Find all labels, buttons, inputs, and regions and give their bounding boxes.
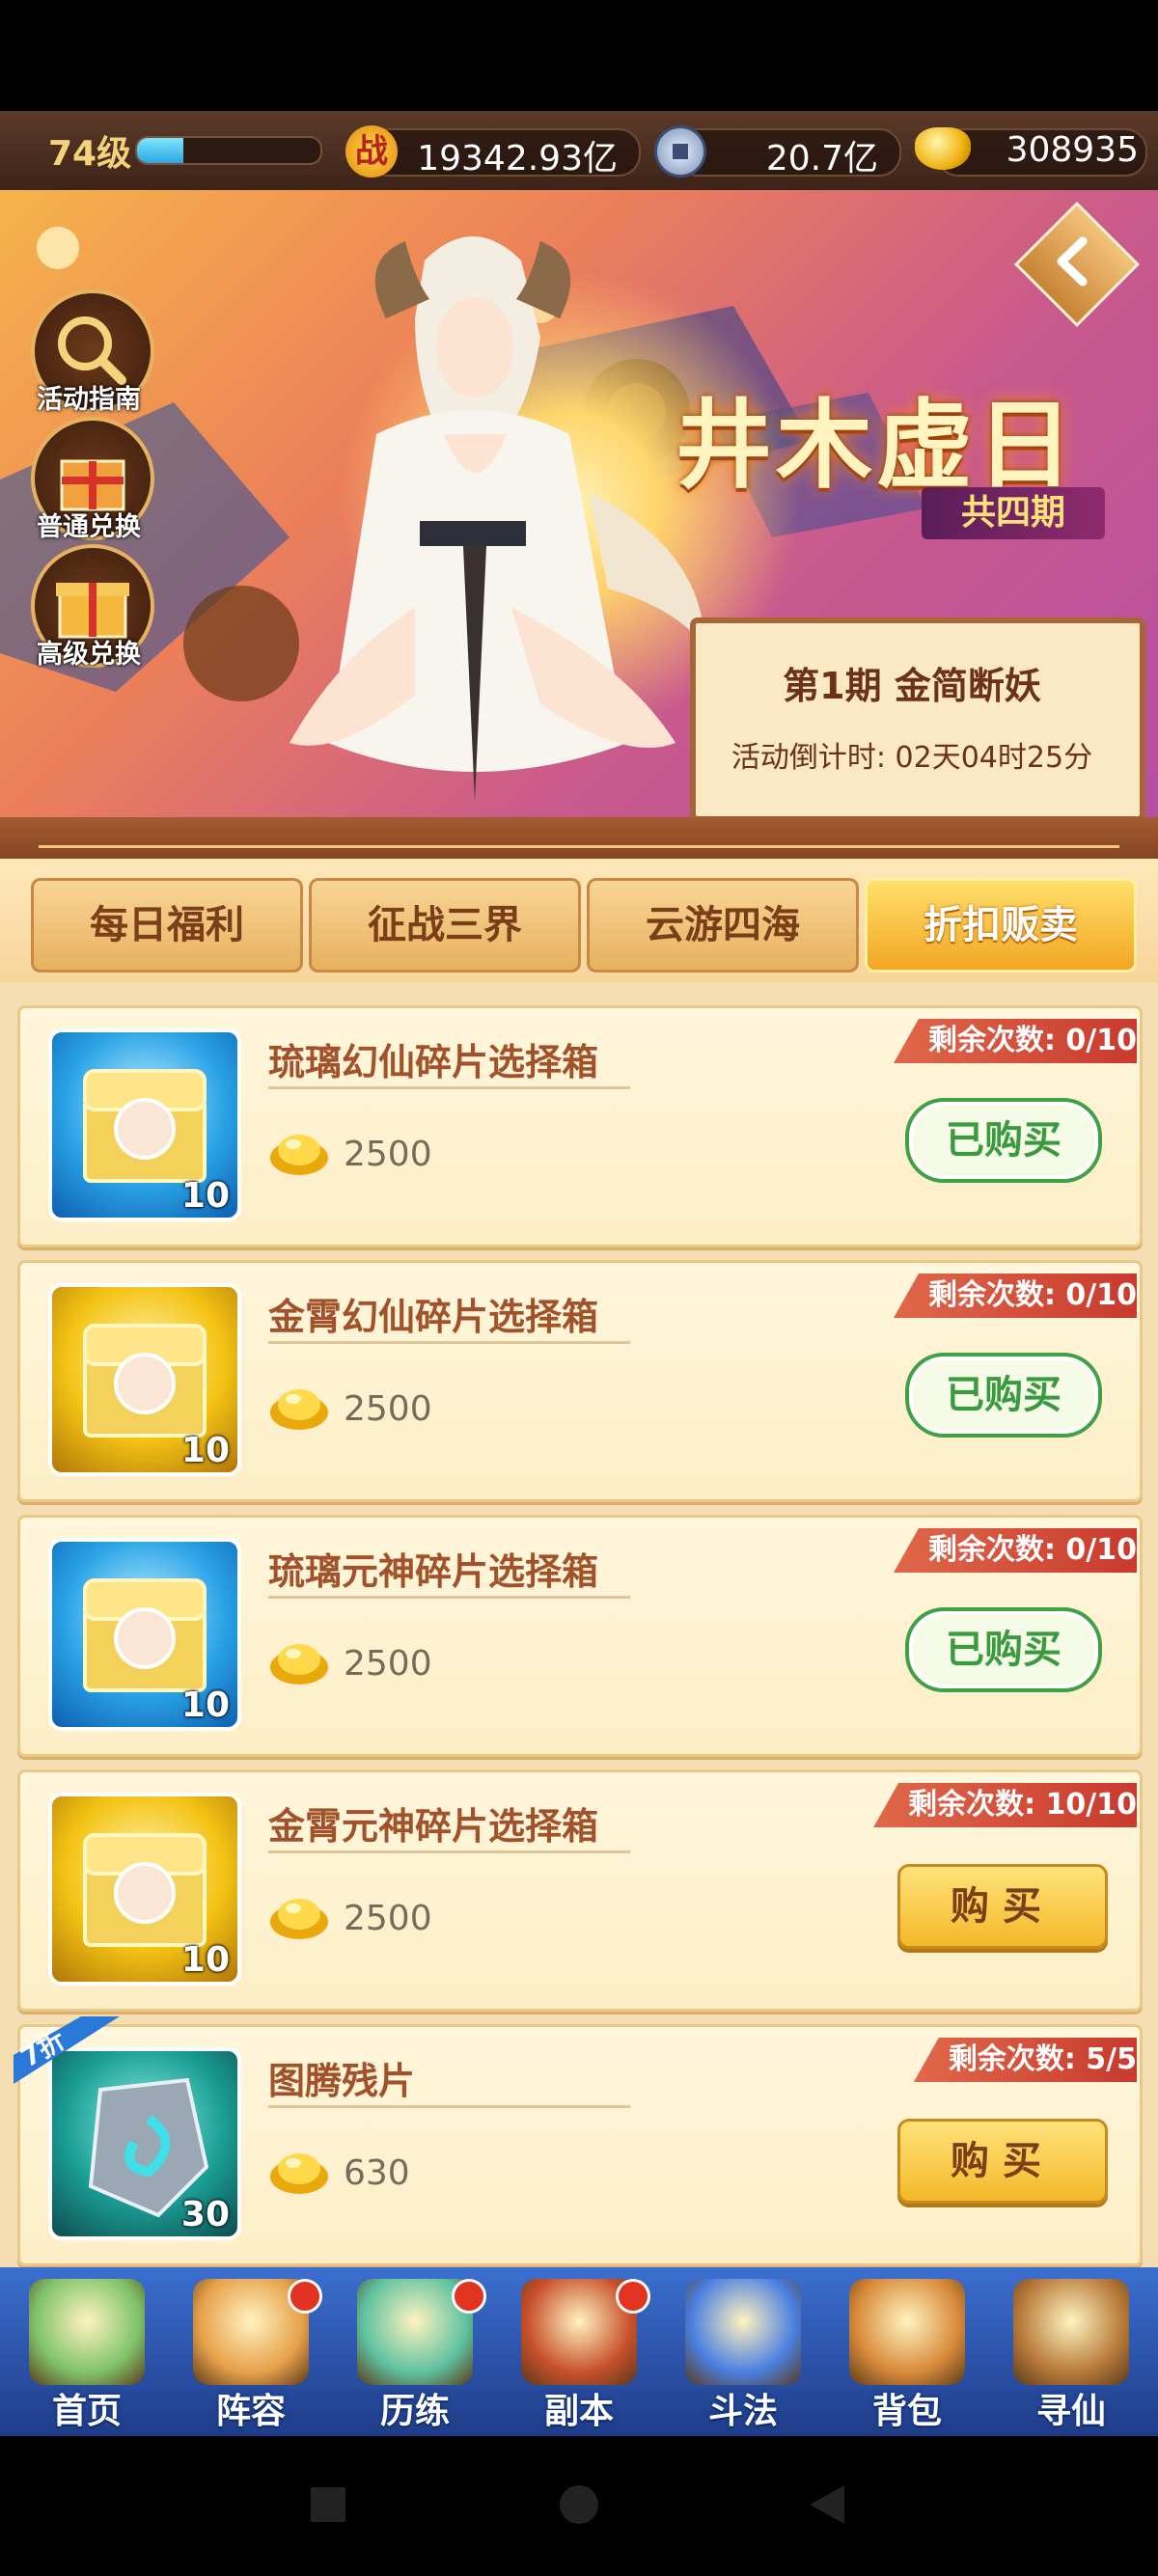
- notification-dot: [616, 2279, 650, 2314]
- name-underline: [268, 1086, 630, 1089]
- nav-label: 背包: [871, 2392, 942, 2431]
- home-button[interactable]: [560, 2485, 598, 2524]
- name-underline: [268, 1341, 630, 1344]
- nav-item-6[interactable]: 寻仙: [990, 2269, 1152, 2433]
- nav-label: 副本: [543, 2392, 614, 2431]
- seek-immortal-icon: [1013, 2279, 1129, 2385]
- nav-label: 寻仙: [1035, 2392, 1106, 2431]
- item-quantity: 10: [180, 1940, 230, 1980]
- exp-bar: [135, 136, 322, 165]
- item-quantity: 10: [180, 1685, 230, 1725]
- nav-label: 斗法: [707, 2392, 778, 2431]
- item-name: 琉璃元神碎片选择箱: [268, 1550, 599, 1593]
- duel-icon: [685, 2279, 801, 2385]
- silver-value: 20.7亿: [765, 139, 878, 178]
- back-nav-button[interactable]: [806, 2483, 848, 2526]
- buy-button[interactable]: 购买: [897, 2119, 1108, 2204]
- item-price: 2500: [344, 1899, 432, 1938]
- item-thumbnail[interactable]: 10: [48, 1283, 241, 1476]
- power-value: 19342.93亿: [417, 139, 618, 178]
- item-price: 2500: [344, 1644, 432, 1684]
- tab-discount-sale[interactable]: 折扣贩卖: [865, 878, 1137, 973]
- tab-daily-welfare[interactable]: 每日福利: [31, 878, 303, 973]
- period-panel: [690, 617, 1145, 822]
- nav-item-2[interactable]: 历练: [334, 2269, 496, 2433]
- gold-ingot-icon: [915, 127, 971, 170]
- item-name: 金霄幻仙碎片选择箱: [268, 1296, 599, 1338]
- normal-exchange-label: 普通兑换: [37, 512, 141, 542]
- event-guide-label: 活动指南: [37, 385, 141, 415]
- remaining-count-tag: 剩余次数: 5/5: [913, 2038, 1137, 2082]
- gold-ingot-icon: [270, 1389, 328, 1430]
- item-thumbnail[interactable]: 10: [48, 1028, 241, 1221]
- name-underline: [268, 1850, 630, 1853]
- nav-label: 历练: [379, 2392, 450, 2431]
- item-thumbnail[interactable]: 10: [48, 1538, 241, 1731]
- home-icon: [29, 2279, 145, 2385]
- notification-dot: [452, 2279, 486, 2314]
- item-name: 金霄元神碎片选择箱: [268, 1805, 599, 1848]
- nav-label: 阵容: [215, 2392, 286, 2431]
- gold-ingot-icon: [270, 1899, 328, 1939]
- nav-label: 首页: [51, 2392, 122, 2431]
- recents-button[interactable]: [311, 2487, 345, 2522]
- remaining-count-tag: 剩余次数: 10/10: [873, 1783, 1137, 1827]
- heroine-illustration: [290, 236, 704, 801]
- name-underline: [268, 2105, 630, 2108]
- nav-item-5[interactable]: 背包: [826, 2269, 988, 2433]
- back-arrow-icon: [1057, 236, 1088, 287]
- tab-four-seas[interactable]: 云游四海: [587, 878, 859, 973]
- premium-exchange-label: 高级兑换: [37, 640, 141, 670]
- item-name: 琉璃幻仙碎片选择箱: [268, 1041, 599, 1083]
- nav-item-1[interactable]: 阵容: [170, 2269, 332, 2433]
- item-quantity: 10: [180, 1176, 230, 1216]
- item-price: 630: [344, 2153, 410, 2193]
- remaining-count-tag: 剩余次数: 0/10: [893, 1274, 1137, 1318]
- event-title: 井木虚日: [676, 389, 1077, 502]
- buy-button[interactable]: 购买: [897, 1864, 1108, 1949]
- coin-hole: [673, 144, 688, 159]
- backpack-icon: [849, 2279, 965, 2385]
- gold-value: 308935: [1006, 130, 1139, 170]
- tab-three-realms[interactable]: 征战三界: [309, 878, 581, 973]
- item-price: 2500: [344, 1135, 432, 1174]
- name-underline: [268, 1596, 630, 1599]
- item-thumbnail[interactable]: 10: [48, 1793, 241, 1986]
- player-level: 74级: [48, 134, 132, 174]
- divider-line: [39, 845, 1119, 848]
- nav-item-3[interactable]: 副本: [498, 2269, 660, 2433]
- item-name: 图腾残片: [268, 2060, 416, 2102]
- period-title: 第1期 金简断妖: [783, 665, 1041, 707]
- nav-item-0[interactable]: 首页: [6, 2269, 168, 2433]
- purchased-button[interactable]: 已购买: [905, 1353, 1102, 1438]
- exp-bar-fill: [137, 138, 183, 163]
- status-bar: [0, 0, 1158, 111]
- silver-coin-icon: [654, 125, 706, 178]
- gold-ingot-icon: [270, 1644, 328, 1685]
- event-subtitle: 共四期: [922, 487, 1105, 539]
- remaining-count-tag: 剩余次数: 0/10: [893, 1019, 1137, 1063]
- gold-ingot-icon: [270, 1135, 328, 1175]
- nav-item-4[interactable]: 斗法: [662, 2269, 824, 2433]
- gold-ingot-icon: [270, 2153, 328, 2194]
- notification-dot: [288, 2279, 322, 2314]
- item-quantity: 30: [180, 2195, 230, 2234]
- purchased-button[interactable]: 已购买: [905, 1607, 1102, 1692]
- power-icon: 战: [345, 125, 398, 178]
- countdown-text: 活动倒计时: 02天04时25分: [731, 741, 1093, 775]
- remaining-count-tag: 剩余次数: 0/10: [893, 1528, 1137, 1573]
- item-price: 2500: [344, 1389, 432, 1429]
- item-quantity: 10: [180, 1431, 230, 1470]
- purchased-button[interactable]: 已购买: [905, 1098, 1102, 1183]
